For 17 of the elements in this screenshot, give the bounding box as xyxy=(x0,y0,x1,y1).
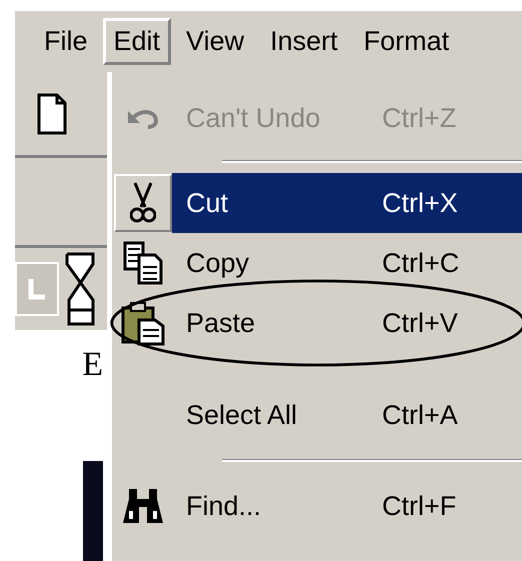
menu-item[interactable]: View xyxy=(175,18,256,66)
tab-stop-icon xyxy=(27,277,47,301)
menu-item[interactable]: Copy Ctrl+C xyxy=(114,233,522,293)
copy-icon xyxy=(123,241,163,285)
document-text: E xyxy=(82,348,103,382)
menu-item[interactable]: Format xyxy=(352,18,460,66)
menu-item[interactable]: Insert xyxy=(259,18,349,66)
undo-icon xyxy=(126,107,160,129)
menu-item[interactable]: Select All Ctrl+A xyxy=(114,385,522,445)
menu-item[interactable]: File xyxy=(33,18,99,66)
hourglass-icon xyxy=(65,252,95,326)
menu-item[interactable]: Find... Ctrl+F xyxy=(114,476,522,536)
scissors-icon xyxy=(130,181,156,225)
binoculars-icon xyxy=(121,487,165,525)
new-document-icon[interactable] xyxy=(37,92,67,134)
menu-item[interactable]: Edit xyxy=(102,18,172,66)
paste-icon xyxy=(121,300,165,346)
